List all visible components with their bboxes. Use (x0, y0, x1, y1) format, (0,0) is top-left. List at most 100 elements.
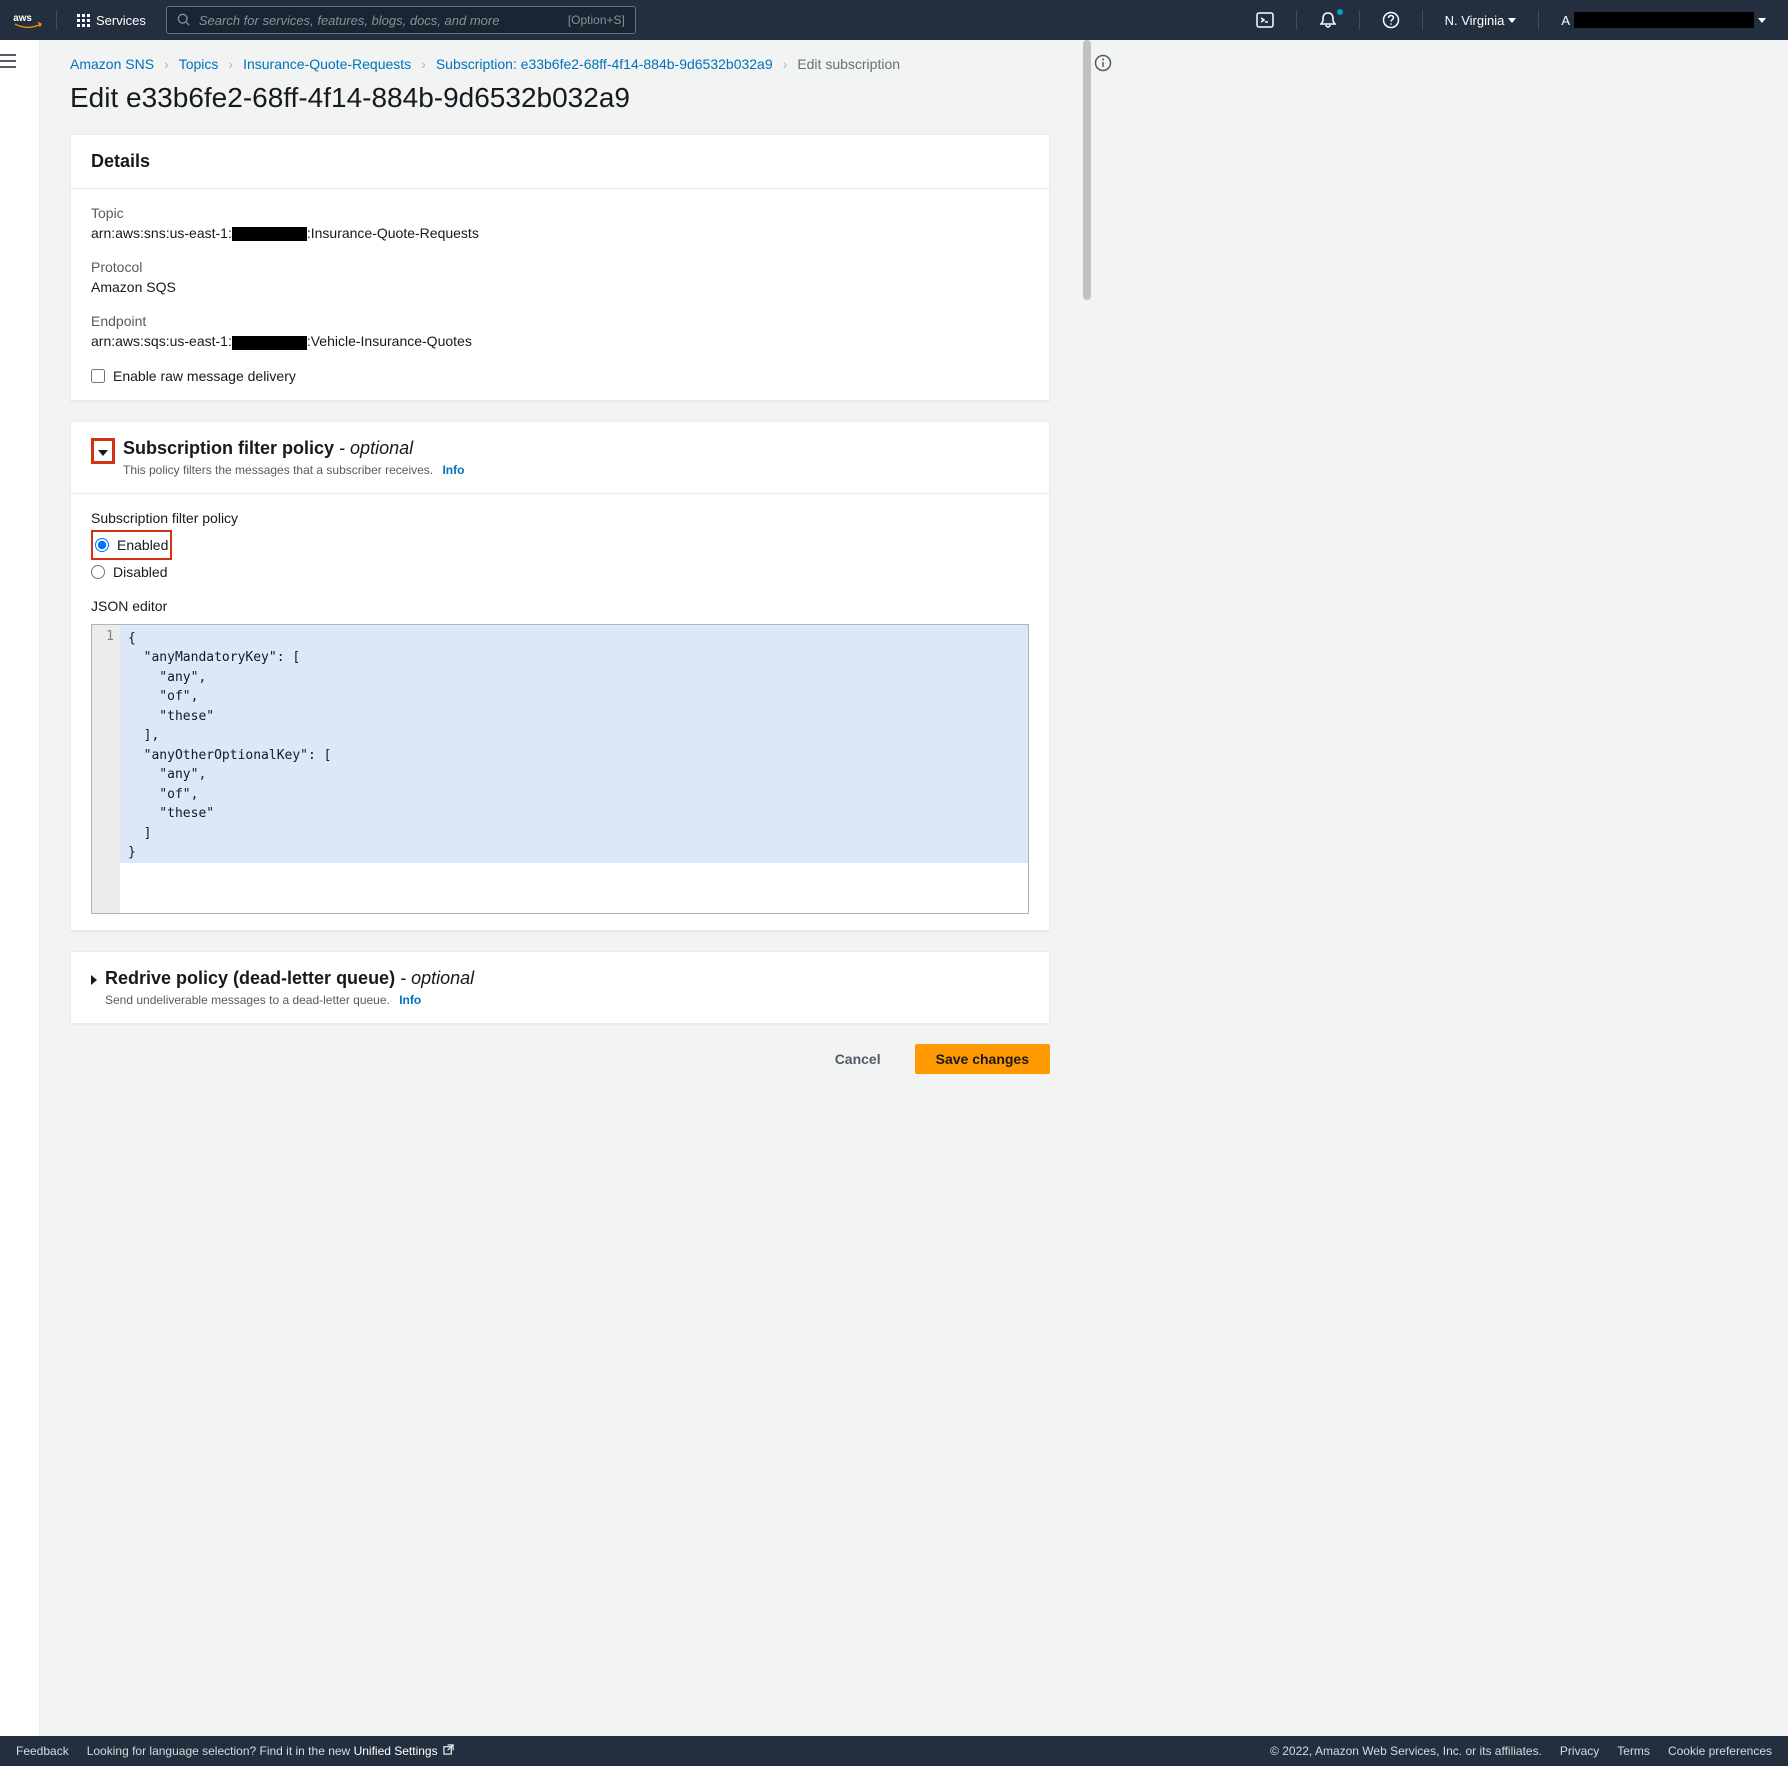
filter-policy-header: Subscription filter policy - optional Th… (71, 422, 1049, 493)
filter-radio-group: Subscription filter policy Enabled Disab… (91, 510, 1029, 580)
caret-right-icon (91, 975, 97, 985)
breadcrumb-topics[interactable]: Topics (179, 56, 219, 72)
raw-delivery-label: Enable raw message delivery (113, 368, 296, 384)
main-content: Amazon SNS › Topics › Insurance-Quote-Re… (40, 40, 1080, 1736)
aws-logo[interactable]: aws (12, 11, 44, 29)
chevron-down-icon (1508, 18, 1516, 23)
redacted-account-id (232, 227, 307, 241)
redacted-account (1574, 12, 1754, 28)
side-panel-toggle[interactable] (0, 40, 40, 1736)
details-panel: Details Topic arn:aws:sns:us-east-1::Ins… (70, 134, 1050, 401)
info-panel-toggle[interactable] (1094, 40, 1134, 1736)
grid-icon (77, 14, 90, 27)
expand-toggle[interactable] (91, 972, 97, 988)
editor-gutter: 1 (92, 625, 120, 913)
scrollbar[interactable] (1080, 40, 1094, 1736)
account-selector[interactable]: A (1551, 12, 1776, 28)
topic-field: Topic arn:aws:sns:us-east-1::Insurance-Q… (91, 205, 1029, 241)
form-actions: Cancel Save changes (70, 1044, 1050, 1074)
breadcrumb: Amazon SNS › Topics › Insurance-Quote-Re… (70, 56, 1050, 72)
nav-divider (1296, 10, 1297, 30)
filter-disabled-label: Disabled (113, 564, 167, 580)
redrive-panel: Redrive policy (dead-letter queue) - opt… (70, 951, 1050, 1024)
top-nav: aws Services [Option+S] N. Virginia A (0, 0, 1788, 40)
endpoint-value: arn:aws:sqs:us-east-1::Vehicle-Insurance… (91, 333, 1029, 349)
filter-policy-desc: This policy filters the messages that a … (123, 463, 464, 477)
scrollbar-thumb[interactable] (1083, 40, 1091, 300)
filter-enabled-radio[interactable] (95, 538, 109, 552)
raw-delivery-checkbox[interactable] (91, 369, 105, 383)
topic-value: arn:aws:sns:us-east-1::Insurance-Quote-R… (91, 225, 1029, 241)
search-input[interactable] (199, 13, 568, 28)
search-shortcut: [Option+S] (568, 13, 625, 27)
lang-prompt: Looking for language selection? Find it … (87, 1744, 454, 1758)
terms-link[interactable]: Terms (1617, 1744, 1650, 1758)
search-icon (177, 13, 191, 27)
services-menu[interactable]: Services (69, 13, 154, 28)
collapse-toggle[interactable] (98, 443, 108, 459)
filter-policy-panel: Subscription filter policy - optional Th… (70, 421, 1050, 931)
cancel-button[interactable]: Cancel (815, 1045, 901, 1073)
notifications-icon[interactable] (1309, 11, 1347, 29)
footer: Feedback Looking for language selection?… (0, 1736, 1788, 1766)
cookie-link[interactable]: Cookie preferences (1668, 1744, 1772, 1758)
copyright: © 2022, Amazon Web Services, Inc. or its… (1270, 1744, 1542, 1758)
help-icon[interactable] (1372, 11, 1410, 29)
filter-policy-title: Subscription filter policy - optional (123, 438, 413, 458)
cloudshell-icon[interactable] (1246, 11, 1284, 29)
breadcrumb-topic-name[interactable]: Insurance-Quote-Requests (243, 56, 411, 72)
breadcrumb-sep: › (228, 56, 233, 72)
breadcrumb-sep: › (421, 56, 426, 72)
nav-divider (1422, 10, 1423, 30)
redacted-account-id (232, 336, 307, 350)
services-label: Services (96, 13, 146, 28)
raw-delivery-row: Enable raw message delivery (91, 368, 1029, 384)
svg-text:aws: aws (13, 13, 32, 24)
editor-code[interactable]: { "anyMandatoryKey": [ "any", "of", "the… (120, 625, 1028, 913)
redrive-info-link[interactable]: Info (399, 993, 421, 1007)
nav-divider (1538, 10, 1539, 30)
json-editor-label: JSON editor (91, 598, 1029, 614)
breadcrumb-sep: › (164, 56, 169, 72)
caret-down-icon (98, 450, 108, 456)
filter-enabled-label: Enabled (117, 537, 168, 553)
filter-policy-label: Subscription filter policy (91, 510, 1029, 526)
save-button[interactable]: Save changes (915, 1044, 1050, 1074)
highlight-annotation: Enabled (91, 530, 172, 560)
nav-divider (56, 10, 57, 30)
account-prefix: A (1561, 13, 1570, 28)
redrive-desc: Send undeliverable messages to a dead-le… (105, 993, 474, 1007)
hamburger-icon (0, 54, 16, 68)
region-label: N. Virginia (1445, 13, 1505, 28)
notification-dot (1337, 9, 1343, 15)
info-icon (1094, 54, 1112, 72)
region-selector[interactable]: N. Virginia (1435, 13, 1527, 28)
external-link-icon (443, 1744, 454, 1758)
breadcrumb-current: Edit subscription (797, 56, 900, 72)
optional-tag: - optional (400, 968, 474, 988)
privacy-link[interactable]: Privacy (1560, 1744, 1599, 1758)
endpoint-field: Endpoint arn:aws:sqs:us-east-1::Vehicle-… (91, 313, 1029, 349)
topic-label: Topic (91, 205, 1029, 221)
highlight-annotation (91, 438, 115, 464)
filter-disabled-radio[interactable] (91, 565, 105, 579)
layout: Amazon SNS › Topics › Insurance-Quote-Re… (0, 40, 1788, 1736)
details-title: Details (91, 151, 1029, 172)
endpoint-label: Endpoint (91, 313, 1029, 329)
breadcrumb-subscription[interactable]: Subscription: e33b6fe2-68ff-4f14-884b-9d… (436, 56, 773, 72)
page-title: Edit e33b6fe2-68ff-4f14-884b-9d6532b032a… (70, 82, 1050, 114)
protocol-value: Amazon SQS (91, 279, 1029, 295)
redrive-title: Redrive policy (dead-letter queue) - opt… (105, 968, 474, 988)
unified-settings-link[interactable]: Unified Settings (354, 1744, 454, 1758)
details-header: Details (71, 135, 1049, 189)
chevron-down-icon (1758, 18, 1766, 23)
feedback-link[interactable]: Feedback (16, 1744, 69, 1758)
protocol-field: Protocol Amazon SQS (91, 259, 1029, 295)
nav-divider (1359, 10, 1360, 30)
breadcrumb-sns[interactable]: Amazon SNS (70, 56, 154, 72)
json-editor[interactable]: 1 { "anyMandatoryKey": [ "any", "of", "t… (91, 624, 1029, 914)
search-bar[interactable]: [Option+S] (166, 6, 636, 34)
optional-tag: - optional (339, 438, 413, 458)
filter-info-link[interactable]: Info (442, 463, 464, 477)
redrive-header: Redrive policy (dead-letter queue) - opt… (71, 952, 1049, 1023)
